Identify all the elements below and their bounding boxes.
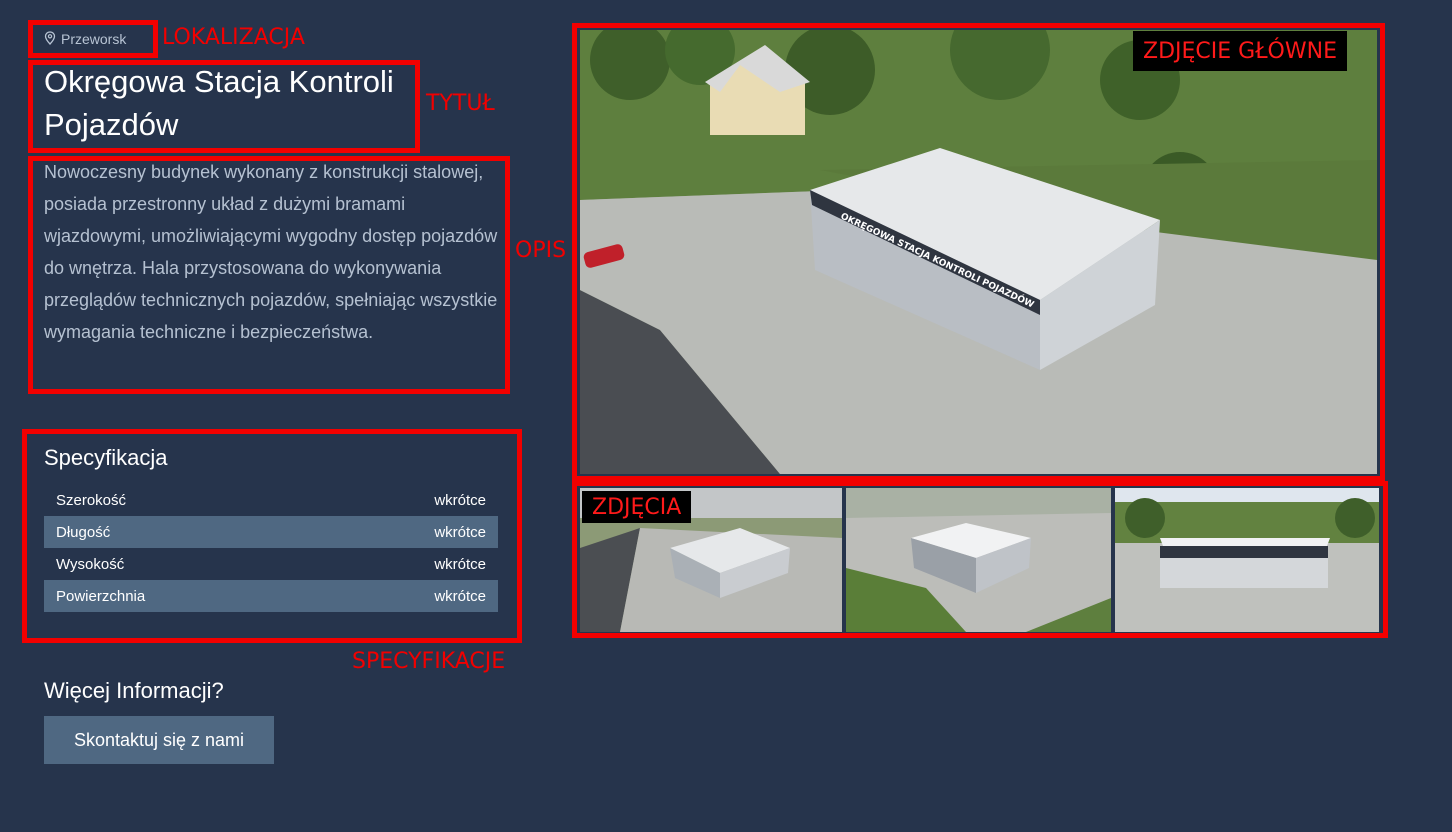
- spec-value: wkrótce: [434, 555, 486, 573]
- spec-value: wkrótce: [434, 587, 486, 605]
- page-title: Okręgowa Stacja Kontroli Pojazdów: [44, 64, 394, 142]
- spec-value: wkrótce: [434, 491, 486, 509]
- photo-thumbnail-3[interactable]: [1115, 488, 1379, 632]
- map-pin-icon: [44, 30, 56, 48]
- annotation-label-specs: SPECYFIKACJE: [352, 649, 506, 674]
- spec-label: Szerokość: [56, 491, 127, 509]
- spec-row-width: Szerokość wkrótce: [44, 484, 498, 516]
- description: Nowoczesny budynek wykonany z konstrukcj…: [44, 162, 498, 342]
- location-text: Przeworsk: [61, 31, 127, 47]
- spec-row-length: Długość wkrótce: [44, 516, 498, 548]
- annotation-label-location: LOKALIZACJA: [162, 25, 305, 50]
- photo-thumbnail-2[interactable]: [846, 488, 1111, 632]
- annotation-label-photos: ZDJĘCIA: [582, 491, 692, 523]
- spec-row-area: Powierzchnia wkrótce: [44, 580, 498, 612]
- contact-button[interactable]: Skontaktuj się z nami: [44, 716, 274, 764]
- location: Przeworsk: [44, 29, 126, 49]
- annotation-label-main-photo: ZDJĘCIE GŁÓWNE: [1133, 31, 1347, 71]
- spec-label: Wysokość: [56, 555, 125, 573]
- spec-label: Długość: [56, 523, 111, 541]
- spec-label: Powierzchnia: [56, 587, 146, 605]
- spec-value: wkrótce: [434, 523, 486, 541]
- annotation-label-description: OPIS: [515, 238, 567, 263]
- spec-title: Specyfikacja: [44, 445, 168, 470]
- spec-row-height: Wysokość wkrótce: [44, 548, 498, 580]
- spec-table: Szerokość wkrótce Długość wkrótce Wysoko…: [44, 484, 498, 612]
- main-photo[interactable]: OKRĘGOWA STACJA KONTROLI POJAZDÓW: [580, 30, 1377, 474]
- more-info-title: Więcej Informacji?: [44, 678, 224, 703]
- annotation-label-title: TYTUŁ: [426, 91, 495, 116]
